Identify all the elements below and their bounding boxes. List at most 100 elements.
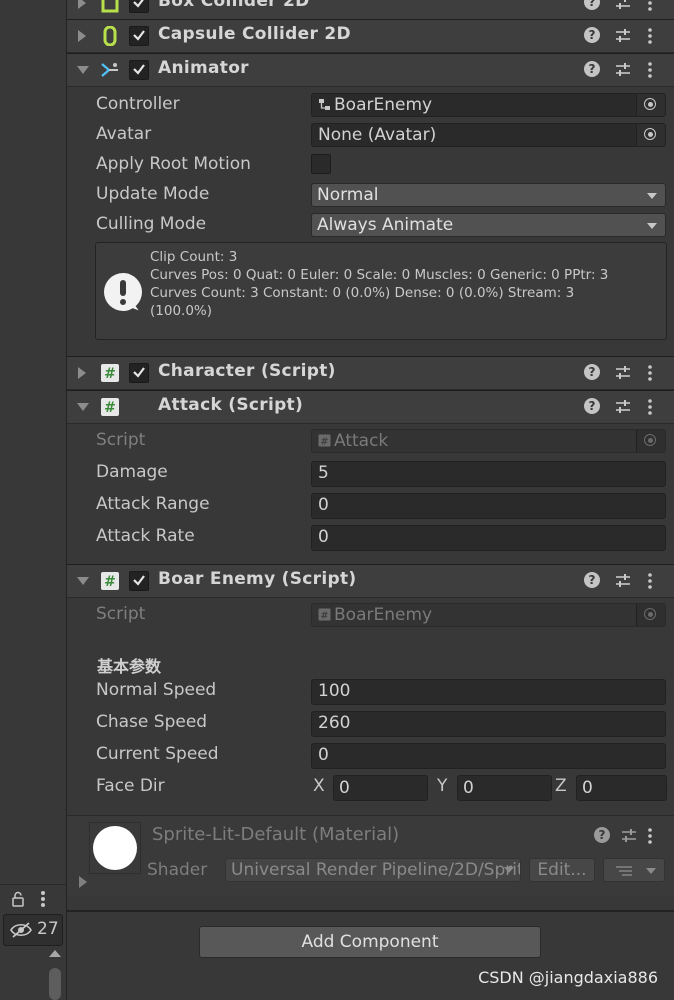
svg-text:#: # bbox=[320, 437, 328, 448]
preset-icon[interactable] bbox=[614, 27, 632, 45]
object-picker-icon bbox=[636, 430, 665, 452]
component-menu-icon[interactable] bbox=[646, 826, 654, 846]
capsule-collider-enabled-checkbox[interactable] bbox=[129, 26, 149, 46]
chase-speed-input[interactable]: 260 bbox=[311, 711, 666, 737]
box-collider-header[interactable]: Box Collider 2D ? bbox=[67, 0, 674, 20]
normal-speed-input[interactable]: 100 bbox=[311, 679, 666, 705]
object-picker-icon bbox=[636, 604, 665, 626]
face-dir-y-label[interactable]: Y bbox=[437, 776, 447, 796]
watermark: CSDN @jiangdaxia886 bbox=[478, 968, 658, 987]
root-motion-checkbox[interactable] bbox=[311, 154, 331, 174]
component-menu-icon[interactable] bbox=[646, 26, 654, 46]
face-dir-z-label[interactable]: Z bbox=[555, 776, 567, 796]
component-menu-icon[interactable] bbox=[646, 0, 654, 13]
fold-arrow-icon[interactable] bbox=[78, 30, 86, 42]
help-icon[interactable]: ? bbox=[594, 827, 610, 843]
damage-input[interactable]: 5 bbox=[311, 461, 666, 487]
preset-icon[interactable] bbox=[614, 364, 632, 382]
boar-script-field: # BoarEnemy bbox=[311, 603, 666, 627]
svg-text:#: # bbox=[104, 574, 116, 590]
info-line: Clip Count: 3 bbox=[150, 249, 238, 265]
animator-info-box: Clip Count: 3 Curves Pos: 0 Quat: 0 Eule… bbox=[95, 242, 667, 340]
avatar-label: Avatar bbox=[96, 124, 152, 144]
script-label: Script bbox=[96, 604, 146, 624]
edit-shader-button[interactable]: Edit... bbox=[529, 858, 595, 882]
update-mode-label: Update Mode bbox=[96, 184, 210, 204]
lock-icon[interactable] bbox=[10, 891, 26, 907]
checkmark-icon bbox=[133, 367, 145, 378]
object-picker-icon[interactable] bbox=[636, 94, 665, 116]
attack-rate-label: Attack Rate bbox=[96, 526, 195, 546]
avatar-field[interactable]: None (Avatar) bbox=[311, 123, 666, 147]
face-dir-x-input[interactable]: 0 bbox=[333, 775, 428, 801]
animator-header[interactable]: Animator ? bbox=[67, 53, 674, 87]
controller-field[interactable]: BoarEnemy bbox=[311, 93, 666, 117]
help-icon[interactable]: ? bbox=[584, 572, 600, 588]
more-options-icon[interactable] bbox=[36, 888, 50, 910]
face-dir-x-label[interactable]: X bbox=[313, 776, 325, 796]
preset-icon[interactable] bbox=[614, 398, 632, 416]
boar-enemy-title: Boar Enemy (Script) bbox=[158, 569, 357, 589]
preset-icon[interactable] bbox=[614, 0, 632, 12]
face-dir-y-input[interactable]: 0 bbox=[457, 775, 552, 801]
object-picker-icon[interactable] bbox=[636, 124, 665, 146]
component-menu-icon[interactable] bbox=[646, 397, 654, 417]
fold-arrow-icon[interactable] bbox=[77, 66, 89, 74]
fold-arrow-icon[interactable] bbox=[78, 0, 86, 9]
preset-icon[interactable] bbox=[620, 827, 638, 845]
controller-row: Controller BoarEnemy bbox=[67, 91, 674, 119]
attack-script-header[interactable]: # Attack (Script) ? bbox=[67, 390, 674, 424]
update-mode-row: Update Mode Normal bbox=[67, 181, 674, 209]
help-icon[interactable]: ? bbox=[584, 27, 600, 43]
update-mode-value: Normal bbox=[317, 185, 379, 205]
animator-enabled-checkbox[interactable] bbox=[129, 60, 149, 80]
normal-speed-label: Normal Speed bbox=[96, 680, 217, 700]
scroll-up-arrow-icon[interactable] bbox=[49, 950, 61, 957]
add-component-button[interactable]: Add Component bbox=[199, 926, 541, 958]
fold-arrow-icon[interactable] bbox=[77, 403, 89, 411]
help-icon[interactable]: ? bbox=[584, 0, 600, 10]
face-dir-label: Face Dir bbox=[96, 776, 165, 796]
info-line: Curves Count: 3 Constant: 0 (0.0%) Dense… bbox=[150, 285, 575, 301]
preset-icon[interactable] bbox=[614, 61, 632, 79]
scrollbar-thumb[interactable] bbox=[49, 968, 61, 1000]
info-warning-icon bbox=[104, 273, 142, 311]
hidden-objects-toggle[interactable]: 27 bbox=[3, 914, 63, 946]
character-script-header[interactable]: # Character (Script) ? bbox=[67, 356, 674, 390]
boar-enemy-script-header[interactable]: # Boar Enemy (Script) ? bbox=[67, 564, 674, 598]
svg-text:#: # bbox=[320, 611, 328, 622]
capsule-collider-header[interactable]: Capsule Collider 2D ? bbox=[67, 19, 674, 53]
attack-rate-input[interactable]: 0 bbox=[311, 525, 666, 551]
fold-arrow-icon[interactable] bbox=[78, 367, 86, 379]
help-icon[interactable]: ? bbox=[584, 364, 600, 380]
script-file-icon: # bbox=[318, 608, 331, 621]
culling-mode-dropdown[interactable]: Always Animate bbox=[311, 213, 666, 237]
avatar-value: None (Avatar) bbox=[318, 125, 437, 145]
script-icon: # bbox=[101, 572, 119, 590]
checkmark-icon bbox=[133, 0, 144, 8]
box-collider-enabled-checkbox[interactable] bbox=[129, 0, 149, 13]
preset-icon[interactable] bbox=[614, 572, 632, 590]
shader-dropdown[interactable]: Universal Render Pipeline/2D/Sprite-Lit-… bbox=[225, 858, 521, 882]
box-collider-title: Box Collider 2D bbox=[158, 0, 310, 11]
help-icon[interactable]: ? bbox=[584, 398, 600, 414]
hierarchy-panel-edge bbox=[0, 0, 67, 1000]
boar-enemy-enabled-checkbox[interactable] bbox=[129, 571, 149, 591]
component-menu-icon[interactable] bbox=[646, 60, 654, 80]
culling-mode-label: Culling Mode bbox=[96, 214, 207, 234]
face-dir-z-input[interactable]: 0 bbox=[576, 775, 667, 801]
current-speed-input[interactable]: 0 bbox=[311, 743, 666, 769]
fold-arrow-icon[interactable] bbox=[77, 577, 89, 585]
material-preview-sphere bbox=[93, 826, 137, 870]
help-icon[interactable]: ? bbox=[584, 61, 600, 77]
attack-script-row: Script # Attack bbox=[67, 427, 674, 455]
fold-arrow-icon[interactable] bbox=[79, 876, 87, 888]
character-enabled-checkbox[interactable] bbox=[129, 363, 149, 383]
attack-range-input[interactable]: 0 bbox=[311, 493, 666, 519]
component-menu-icon[interactable] bbox=[646, 363, 654, 383]
damage-label: Damage bbox=[96, 462, 168, 482]
update-mode-dropdown[interactable]: Normal bbox=[311, 183, 666, 207]
component-menu-icon[interactable] bbox=[646, 571, 654, 591]
culling-mode-row: Culling Mode Always Animate bbox=[67, 211, 674, 239]
shader-list-button[interactable] bbox=[603, 858, 665, 882]
